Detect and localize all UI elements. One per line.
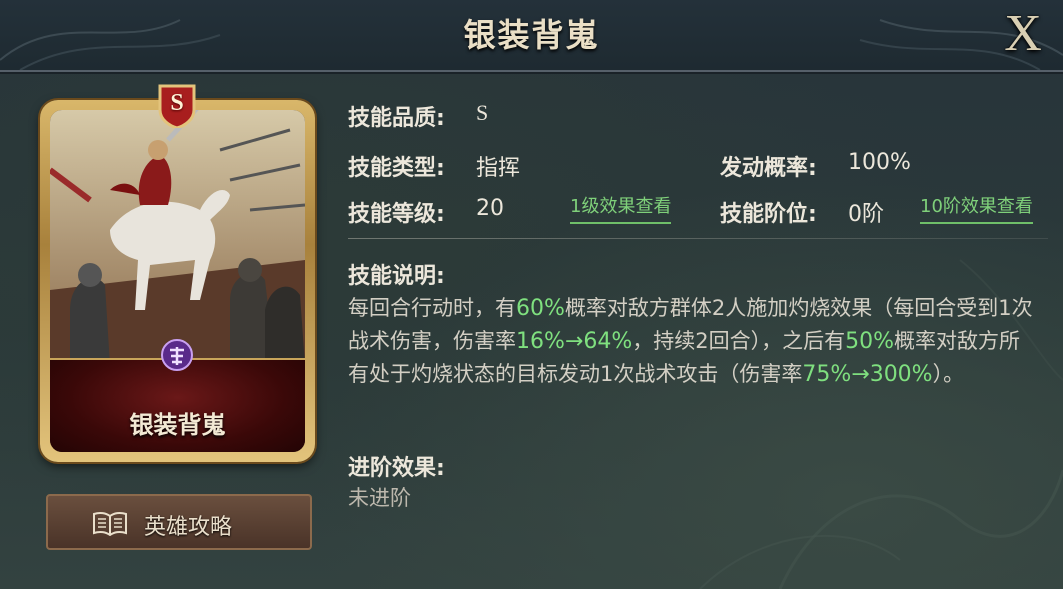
description-highlight: 16%→64% bbox=[516, 329, 633, 354]
level-label: 技能等级: bbox=[348, 202, 445, 227]
description-highlight: 50% bbox=[845, 329, 895, 354]
description-text: ，持续2回合），之后有 bbox=[632, 329, 846, 353]
description-text: 每回合行动时，有 bbox=[348, 296, 516, 320]
description-text: ）。 bbox=[932, 362, 965, 386]
hero-guide-label: 英雄攻略 bbox=[144, 515, 233, 540]
level-value: 20 bbox=[476, 196, 504, 221]
description-highlight: 75%→300% bbox=[802, 362, 933, 387]
trigger-rate-value: 100% bbox=[848, 150, 911, 175]
type-value: 指挥 bbox=[476, 156, 521, 181]
title-bar: 银装背嵬 X bbox=[0, 0, 1063, 72]
quality-label: 技能品质: bbox=[348, 106, 445, 131]
description-label: 技能说明: bbox=[348, 264, 445, 289]
skill-card: 银装背嵬 bbox=[40, 100, 315, 462]
tier-value: 0阶 bbox=[848, 202, 884, 227]
level-effect-link[interactable]: 1级效果查看 bbox=[570, 192, 672, 224]
skill-rank-letter: S bbox=[170, 90, 184, 116]
book-icon bbox=[93, 511, 127, 536]
skill-description: 每回合行动时，有60%概率对敌方群体2人施加灼烧效果（每回合受到1次战术伤害，伤… bbox=[348, 292, 1038, 391]
skill-card-name: 银装背嵬 bbox=[129, 411, 226, 439]
faction-emblem-icon bbox=[161, 339, 193, 371]
hero-guide-button[interactable]: 英雄攻略 bbox=[46, 494, 312, 550]
page-title: 银装背嵬 bbox=[463, 16, 600, 54]
description-highlight: 60% bbox=[516, 296, 565, 321]
tier-label: 技能阶位: bbox=[720, 202, 817, 227]
type-label: 技能类型: bbox=[348, 156, 445, 181]
close-button[interactable]: X bbox=[997, 6, 1049, 62]
quality-value: S bbox=[476, 100, 489, 125]
advance-label: 进阶效果: bbox=[348, 456, 445, 481]
trigger-rate-label: 发动概率: bbox=[720, 156, 817, 181]
section-divider bbox=[348, 238, 1048, 239]
tier-effect-link[interactable]: 10阶效果查看 bbox=[920, 192, 1033, 224]
skill-card-inner: 银装背嵬 bbox=[50, 110, 305, 452]
advance-value: 未进阶 bbox=[348, 486, 411, 510]
skill-card-artwork bbox=[50, 110, 305, 365]
